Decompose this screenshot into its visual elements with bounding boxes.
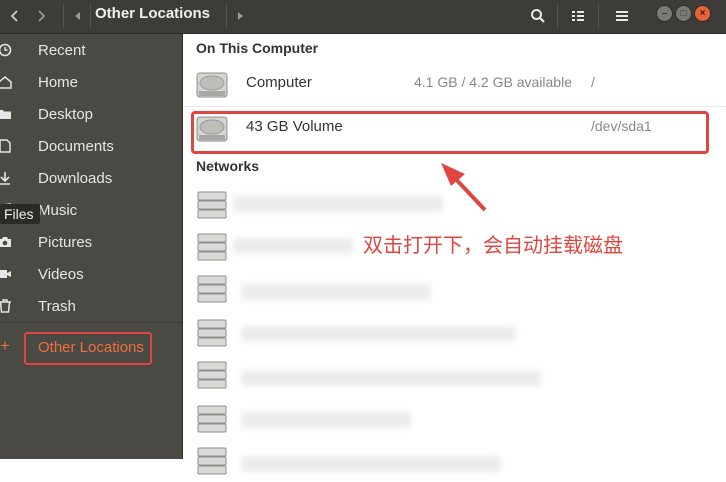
sidebar-item-trash[interactable]: Trash bbox=[0, 292, 182, 322]
triangle-left-icon bbox=[75, 11, 80, 20]
back-button[interactable] bbox=[4, 2, 26, 29]
search-icon bbox=[531, 8, 545, 23]
search-button[interactable] bbox=[522, 2, 554, 29]
sidebar-item-label: Videos bbox=[38, 266, 84, 283]
sidebar-item-videos[interactable]: Videos bbox=[0, 260, 182, 290]
list-view-icon bbox=[572, 10, 584, 21]
chevron-right-icon bbox=[38, 9, 46, 22]
sidebar-item-label: Home bbox=[38, 74, 79, 91]
header-separator bbox=[598, 4, 599, 28]
path-back-button[interactable] bbox=[70, 2, 86, 29]
video-icon bbox=[0, 267, 14, 283]
folder-icon bbox=[0, 107, 14, 123]
sidebar: Recent Home Desktop Documents Downloads … bbox=[0, 34, 183, 459]
path-bar-current[interactable]: Other Locations bbox=[95, 0, 210, 33]
clock-icon bbox=[0, 43, 14, 59]
header-separator bbox=[90, 4, 91, 28]
highlight-box bbox=[24, 332, 152, 365]
triangle-right-icon bbox=[238, 11, 243, 20]
close-button[interactable]: × bbox=[694, 5, 711, 22]
sidebar-item-label: Documents bbox=[38, 138, 114, 155]
sidebar-item-desktop[interactable]: Desktop bbox=[0, 100, 182, 130]
menu-button[interactable] bbox=[606, 2, 638, 29]
trash-icon bbox=[0, 299, 14, 315]
sidebar-item-label: Trash bbox=[38, 298, 76, 315]
path-forward-button[interactable] bbox=[232, 2, 248, 29]
chevron-left-icon bbox=[10, 9, 18, 22]
minimize-button[interactable]: – bbox=[656, 5, 673, 22]
home-icon bbox=[0, 75, 14, 91]
main-content: On This Computer Computer 4.1 GB / 4.2 G… bbox=[183, 34, 726, 475]
header-separator bbox=[226, 4, 227, 28]
sidebar-item-pictures[interactable]: Pictures bbox=[0, 228, 182, 258]
sidebar-item-recent[interactable]: Recent bbox=[0, 36, 182, 66]
document-icon bbox=[0, 139, 14, 155]
camera-icon bbox=[0, 235, 14, 251]
sidebar-item-downloads[interactable]: Downloads bbox=[0, 164, 182, 194]
maximize-icon: □ bbox=[680, 8, 687, 19]
header-separator bbox=[63, 4, 64, 28]
tooltip: Files bbox=[0, 204, 40, 224]
sidebar-item-label: Downloads bbox=[38, 170, 113, 187]
sidebar-item-documents[interactable]: Documents bbox=[0, 132, 182, 162]
sidebar-item-label: Music bbox=[38, 202, 78, 219]
sidebar-item-home[interactable]: Home bbox=[0, 68, 182, 98]
plus-icon: + bbox=[0, 336, 10, 355]
sidebar-separator bbox=[0, 322, 182, 323]
forward-button[interactable] bbox=[30, 2, 52, 29]
close-icon: × bbox=[699, 8, 706, 19]
sidebar-item-label: Pictures bbox=[38, 234, 93, 251]
hamburger-icon bbox=[616, 10, 628, 21]
minimize-icon: – bbox=[661, 8, 668, 19]
header-separator bbox=[557, 4, 558, 28]
header-bar: Other Locations – □ × bbox=[0, 0, 726, 34]
download-icon bbox=[0, 171, 14, 187]
annotation-text: 双击打开下，会自动挂载磁盘 bbox=[363, 233, 623, 257]
sidebar-item-label: Desktop bbox=[38, 106, 94, 123]
view-options-button[interactable] bbox=[562, 2, 594, 29]
maximize-button[interactable]: □ bbox=[675, 5, 692, 22]
sidebar-item-label: Recent bbox=[38, 42, 86, 59]
